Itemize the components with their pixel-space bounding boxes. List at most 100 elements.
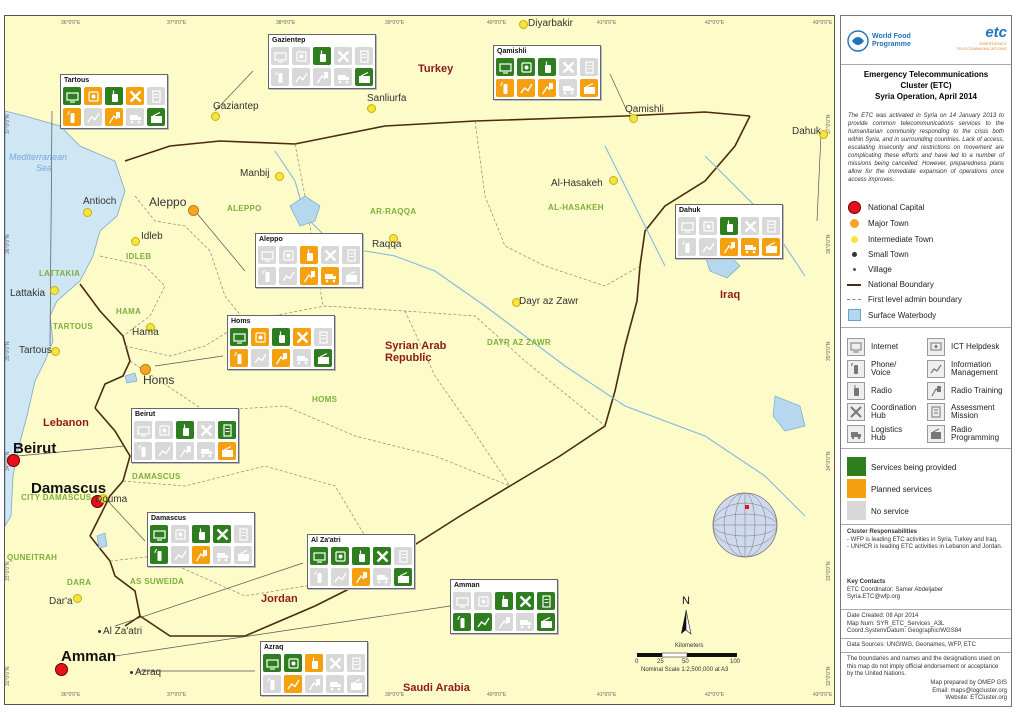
radio-programming-icon (394, 568, 412, 586)
village-marker-azraq (130, 671, 133, 674)
radio-training-icon (272, 349, 290, 367)
hub-box-homs: Homs (227, 315, 335, 370)
credits-block: Map prepared by OMEP GIS Email: maps@log… (930, 680, 1007, 703)
internet-icon (134, 421, 152, 439)
scale-bar (637, 652, 737, 658)
radio-training-icon (176, 442, 194, 460)
hub-title: Tartous (64, 77, 90, 84)
coord-bottom-7: 42°0'0"E (705, 692, 725, 698)
divider (841, 638, 1011, 639)
legend-coord-label-2: Hub (871, 411, 886, 420)
coordination-hub-icon (321, 246, 339, 264)
assessment-mission-icon (342, 246, 360, 264)
radio-programming-icon (580, 79, 598, 97)
legend-panel: World Food Programme etc EMERGENCY TELEC… (840, 15, 1012, 707)
assessment-mission-icon (347, 654, 365, 672)
divider (841, 448, 1011, 449)
contact-email[interactable]: Email: maps@logcluster.org (930, 688, 1007, 696)
scale-tick-50: 50 (682, 659, 689, 665)
gov-label-idleb: IDLEB (126, 252, 152, 261)
town-label-dahuk: Dahuk (792, 126, 821, 137)
north-arrow (681, 609, 692, 635)
website[interactable]: Website: ETCluster.org (930, 695, 1007, 703)
data-sources: Data Sources: UNGIWG, Geonames, WFP, ETC (847, 642, 976, 648)
internet-icon (453, 592, 471, 610)
legend-phone-label-2: Voice (871, 368, 891, 377)
radio-icon (300, 246, 318, 264)
phone-voice-icon (258, 267, 276, 285)
hub-title: Al Za'atri (311, 537, 341, 544)
legend-intermediate-town: Intermediate Town (847, 235, 933, 244)
country-label-jordan: Jordan (261, 593, 298, 605)
internet-icon (310, 547, 328, 565)
contacts-line-1: ETC Coordinator: Samer Abdeljaber (847, 586, 944, 593)
coord-top-2: 37°0'0"E (167, 20, 187, 26)
map-frame: 36°0'0"E 37°0'0"E 38°0'0"E 39°0'0"E 40°0… (4, 15, 835, 705)
legend-water-label: Surface Waterbody (868, 310, 937, 320)
coord-right-6: 32°0'0"N (826, 666, 832, 686)
radio-programming-icon (314, 349, 332, 367)
status-none-swatch (847, 501, 866, 520)
legend-radioprog-label-2: Programming (951, 433, 1000, 442)
legend-capital-label: National Capital (868, 203, 925, 212)
coord-right-2: 36°0'0"N (826, 234, 832, 254)
logistics-hub-icon (741, 238, 759, 256)
legend-logistics-label-2: Hub (871, 433, 886, 442)
coord-left-1: 37°0'0"N (5, 114, 11, 134)
legend-radio-label: Radio (871, 386, 892, 395)
gov-label-ar-raqqa: AR-RAQQA (370, 207, 417, 216)
logistics-hub-icon (516, 613, 534, 631)
assessment-mission-icon (234, 525, 252, 543)
radio-programming-icon (537, 613, 555, 631)
hub-box-qamishli: Qamishli (493, 45, 601, 100)
phone-voice-icon (310, 568, 328, 586)
logistics-hub-icon (197, 442, 215, 460)
legend-service-radio-training: Radio Training (927, 382, 1003, 400)
town-marker-sanliurfa (367, 104, 376, 113)
legend-service-radio-programming: Radio Programming (927, 425, 999, 443)
country-label-lebanon: Lebanon (43, 417, 89, 429)
coord-top-6: 41°0'0"E (597, 20, 617, 26)
waterbody-lake-homs (124, 372, 138, 384)
town-label-aleppo: Aleppo (149, 195, 187, 209)
logistics-hub-icon (213, 546, 231, 564)
gov-label-dara: DARA (67, 578, 92, 587)
hub-box-al-zaatri: Al Za'atri (307, 534, 415, 589)
capital-label-beirut: Beirut (13, 440, 57, 457)
phone-voice-icon (63, 108, 81, 126)
prepared-by: Map prepared by OMEP GIS (930, 680, 1007, 686)
disclaimer: The boundaries and names and the designa… (847, 656, 1001, 677)
coordination-hub-icon (213, 525, 231, 543)
hub-box-amman: Amman (450, 579, 558, 634)
town-marker-antioch (83, 208, 92, 217)
radio-training-icon (720, 238, 738, 256)
legend-service-info-mgmt: Information Management (927, 360, 998, 378)
helpdesk-icon (474, 592, 492, 610)
logistics-hub-icon (373, 568, 391, 586)
helpdesk-icon (927, 338, 945, 356)
town-label-antioch: Antioch (83, 196, 117, 207)
village-symbol-icon (852, 268, 856, 271)
town-label-dara: Dar'a (49, 596, 73, 607)
logistics-hub-icon (321, 267, 339, 285)
north-label: N (682, 595, 690, 607)
contacts-line-2[interactable]: Syria.ETC@wfp.org (847, 594, 1007, 602)
wfp-logo: World Food Programme (847, 26, 927, 56)
radio-icon (176, 421, 194, 439)
town-label-homs: Homs (143, 373, 175, 387)
responsibilities-line-1: - WFP is leading ETC activities in Syria… (847, 536, 998, 543)
legend-infomgmt-label-2: Management (951, 368, 998, 377)
country-label-iraq: Iraq (720, 289, 741, 301)
waterbody-symbol-icon (847, 309, 861, 321)
coord-left-2: 36°0'0"N (5, 234, 11, 254)
coord-right-4: 34°0'0"N (826, 451, 832, 471)
gov-label-lattakia: LATTAKIA (39, 269, 81, 278)
status-provided-swatch (847, 457, 866, 476)
legend-admin-boundary: First level admin boundary (847, 295, 962, 304)
coordination-hub-icon (847, 403, 865, 421)
scale-title: Kilometers (675, 643, 704, 649)
hub-box-tartous: Tartous (60, 74, 168, 129)
radio-icon (192, 525, 210, 543)
radio-programming-icon (347, 675, 365, 693)
legend-major-label: Major Town (868, 219, 909, 228)
